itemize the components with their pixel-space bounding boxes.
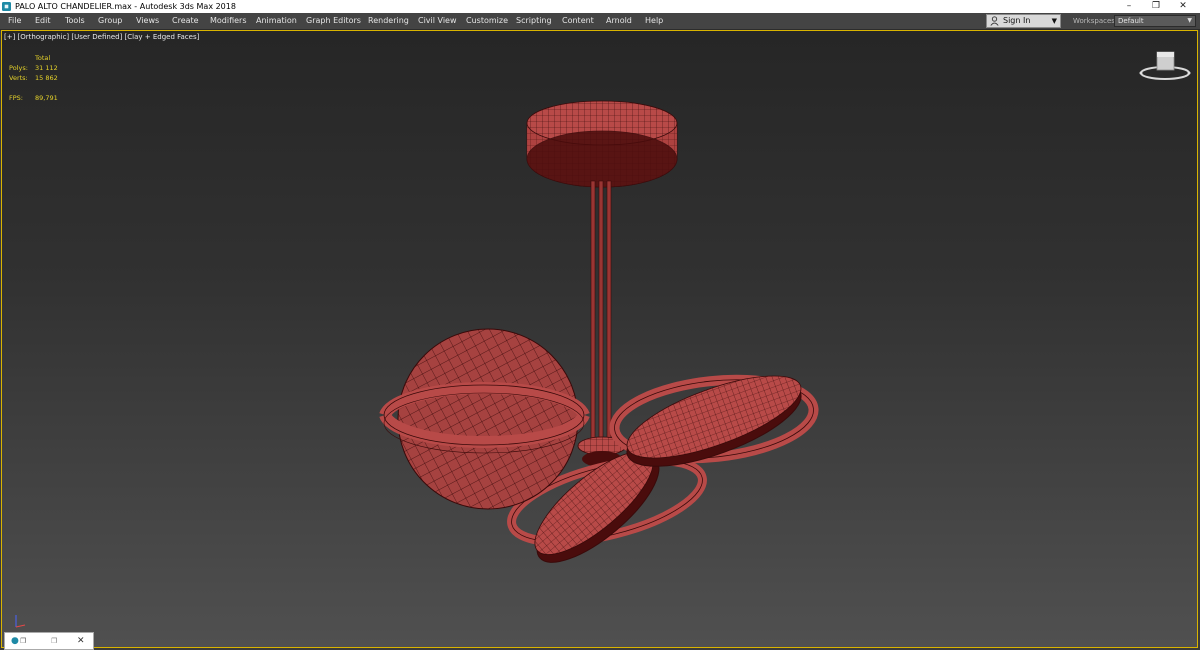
title-bar: PALO ALTO CHANDELIER.max - Autodesk 3ds … <box>0 0 1200 13</box>
menu-rendering[interactable]: Rendering <box>368 13 409 29</box>
chevron-down-icon: ▼ <box>1051 17 1057 25</box>
menu-content[interactable]: Content <box>562 13 594 29</box>
app-icon <box>2 2 11 11</box>
menu-edit[interactable]: Edit <box>35 13 51 29</box>
chevron-down-icon: ▼ <box>1187 17 1192 24</box>
sign-in-label: Sign In <box>1003 16 1031 25</box>
stem <box>590 180 612 447</box>
menu-graph-editors[interactable]: Graph Editors <box>306 13 361 29</box>
menu-modifiers[interactable]: Modifiers <box>210 13 247 29</box>
workspaces-selected: Default <box>1118 17 1144 25</box>
sphere <box>397 328 579 510</box>
menu-arnold[interactable]: Arnold <box>606 13 632 29</box>
menu-views[interactable]: Views <box>136 13 159 29</box>
user-icon <box>990 16 999 26</box>
close-button[interactable]: ✕ <box>1170 0 1196 13</box>
menu-help[interactable]: Help <box>645 13 663 29</box>
window-title: PALO ALTO CHANDELIER.max - Autodesk 3ds … <box>15 2 236 11</box>
workspaces-label: Workspaces: <box>1073 17 1118 25</box>
close-icon[interactable]: ✕ <box>77 636 85 646</box>
restore-button[interactable]: ❐ <box>1143 0 1169 13</box>
minimize-button[interactable]: – <box>1116 0 1142 13</box>
app-icon[interactable]: ● <box>11 636 19 646</box>
sign-in-dropdown[interactable]: Sign In ▼ <box>986 14 1061 28</box>
menu-tools[interactable]: Tools <box>65 13 85 29</box>
menu-group[interactable]: Group <box>98 13 122 29</box>
menu-file[interactable]: File <box>8 13 21 29</box>
menu-customize[interactable]: Customize <box>466 13 508 29</box>
viewport-tabs: ● ❐ ❐ ✕ <box>4 632 94 650</box>
restore-icon[interactable]: ❐ <box>51 636 57 646</box>
menu-create[interactable]: Create <box>172 13 199 29</box>
perspective-viewport[interactable]: [+] [Orthographic] [User Defined] [Clay … <box>1 30 1198 648</box>
axis-tripod-icon <box>15 615 26 628</box>
menu-scripting[interactable]: Scripting <box>516 13 552 29</box>
menu-animation[interactable]: Animation <box>256 13 297 29</box>
canopy <box>526 100 678 188</box>
restore-icon[interactable]: ❐ <box>20 636 26 646</box>
workspaces-select[interactable]: Default ▼ <box>1114 15 1196 27</box>
menu-civil-view[interactable]: Civil View <box>418 13 457 29</box>
chandelier-model[interactable] <box>2 31 1197 647</box>
